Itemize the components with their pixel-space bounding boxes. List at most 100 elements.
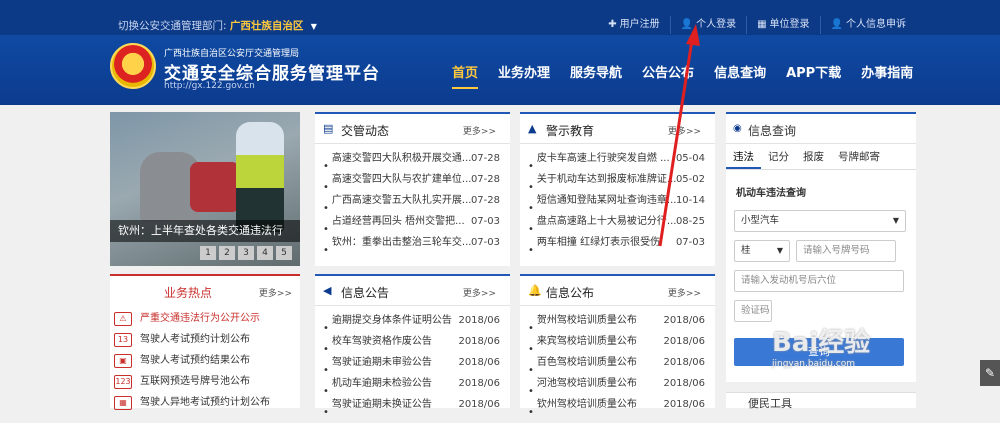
list-item[interactable]: 校车驾驶资格作废公告2018/06 [323, 331, 510, 352]
bell-icon: 🔔 [528, 284, 542, 297]
nav-announce[interactable]: 公告公布 [642, 62, 694, 89]
edit-icon[interactable]: ✎ [980, 360, 1000, 386]
engine-number-input[interactable]: 请输入发动机号后六位 [734, 270, 904, 292]
tab-violation[interactable]: 违法 [726, 144, 761, 169]
panel-title: 业务热点 [164, 286, 213, 300]
nav-guide[interactable]: 办事指南 [861, 62, 913, 89]
convenience-tools-panel: 便民工具 [726, 392, 916, 410]
user-icon: 👤 [680, 19, 694, 30]
nav-home[interactable]: 首页 [452, 62, 479, 89]
slide-page-3[interactable]: 3 [238, 246, 254, 260]
list-item[interactable]: 贺州驾校培训质量公布2018/06 [528, 310, 715, 331]
plate-number-input[interactable]: 请输入号牌号码 [796, 240, 896, 262]
police-emblem-icon [110, 43, 156, 89]
register-link[interactable]: ✚ 用户注册 [598, 16, 669, 34]
top-bar: 切换公安交通管理部门: 广西壮族自治区 ▼ ✚ 用户注册 👤 个人登录 ▦ 单位登录 … [0, 0, 1000, 35]
panel-header: ◉ 信息查询 [726, 114, 916, 144]
province-select[interactable]: 桂 ▼ [734, 240, 790, 262]
slide-page-4[interactable]: 4 [257, 246, 273, 260]
nav-service[interactable]: 服务导航 [570, 62, 622, 89]
nav-business[interactable]: 业务办理 [498, 62, 550, 89]
query-tabs: 违法 记分 报废 号牌邮寄 [726, 144, 916, 170]
list-item[interactable]: 高速交警四大队与农扩建单位...07-28 [323, 169, 510, 190]
photo-officer [236, 122, 284, 232]
warning-education-panel: ▲ 警示教育 更多>> 皮卡车高速上行驶突发自燃 ...05-04 关于机动车达… [520, 112, 715, 266]
chevron-down-icon: ▼ [776, 246, 783, 255]
list-item[interactable]: 逾期提交身体条件证明公告2018/06 [323, 310, 510, 331]
list-item[interactable]: 皮卡车高速上行驶突发自燃 ...05-04 [528, 148, 715, 169]
appeal-link[interactable]: 👤 个人信息申诉 [819, 16, 916, 34]
vehicle-type-select[interactable]: 小型汽车 ▼ [734, 210, 906, 232]
list-item[interactable]: ▣ 驾驶人考试预约结果公布 [114, 350, 270, 371]
list-item[interactable]: 钦州：重拳出击整治三轮车交...07-03 [323, 232, 510, 253]
list-item[interactable]: 机动车逾期未检验公告2018/06 [323, 373, 510, 394]
panel-title: 便民工具 [748, 397, 792, 410]
list-item[interactable]: ⚠ 严重交通违法行为公开公示 [114, 308, 270, 329]
region-name[interactable]: 广西壮族自治区 [230, 20, 304, 32]
list-item[interactable]: 13 驾驶人考试预约计划公布 [114, 329, 270, 350]
list-item[interactable]: 盘点高速路上十大易被记分行...08-25 [528, 211, 715, 232]
user-icon: 👤 [830, 19, 843, 30]
panel-title: 警示教育 [546, 124, 595, 138]
panel-header: ◀ 信息公告 更多>> [315, 276, 510, 306]
traffic-news-panel: ▤ 交管动态 更多>> 高速交警四大队积极开展交通...07-28 高速交警四大… [315, 112, 510, 266]
chevron-down-icon: ▼ [892, 216, 899, 225]
captcha-input[interactable]: 验证码 [734, 300, 772, 322]
company-login-link[interactable]: ▦ 单位登录 [746, 16, 819, 34]
newspaper-icon: ▤ [323, 122, 334, 135]
panel-title: 信息公布 [546, 286, 595, 300]
list-item[interactable]: ▦ 驾驶人异地考试预约计划公布 [114, 392, 270, 413]
slide-page-2[interactable]: 2 [219, 246, 235, 260]
caret-down-icon[interactable]: ▼ [311, 22, 317, 31]
news-slideshow[interactable]: 钦州：上半年查处各类交通违法行 1 2 3 4 5 [110, 112, 300, 266]
list-item[interactable]: 关于机动车达到报废标准牌证...05-02 [528, 169, 715, 190]
more-link[interactable]: 更多>> [259, 286, 292, 299]
notice-list: 逾期提交身体条件证明公告2018/06 校车驾驶资格作废公告2018/06 驾驶… [315, 306, 510, 415]
business-hot-panel: 业务热点 更多>> ⚠ 严重交通违法行为公开公示 13 驾驶人考试预约计划公布 ▣ 驾… [110, 274, 300, 410]
panel-title: 信息公告 [341, 286, 390, 300]
news-list: 高速交警四大队积极开展交通...07-28 高速交警四大队与农扩建单位...07… [315, 144, 510, 253]
plus-icon: ✚ [608, 19, 617, 30]
calendar-icon: 13 [114, 332, 132, 347]
slide-page-1[interactable]: 1 [200, 246, 216, 260]
list-item[interactable]: 钦州驾校培训质量公布2018/06 [528, 394, 715, 415]
tab-plate-mail[interactable]: 号牌邮寄 [831, 144, 887, 169]
info-publish-panel: 🔔 信息公布 更多>> 贺州驾校培训质量公布2018/06 来宾驾校培训质量公布… [520, 274, 715, 410]
list-item[interactable]: 百色驾校培训质量公布2018/06 [528, 352, 715, 373]
list-item[interactable]: 驾驶证逾期未审验公告2018/06 [323, 352, 510, 373]
list-item[interactable]: 短信通知登陆某网址查询违章...10-14 [528, 190, 715, 211]
more-link[interactable]: 更多>> [668, 124, 701, 137]
list-item[interactable]: 123 互联网预选号牌号池公布 [114, 371, 270, 392]
query-form-title: 机动车违法查询 [736, 188, 806, 199]
nav-query[interactable]: 信息查询 [714, 62, 766, 89]
personal-login-link[interactable]: 👤 个人登录 [669, 16, 746, 34]
nav-app[interactable]: APP下载 [786, 62, 841, 89]
list-item[interactable]: 高速交警四大队积极开展交通...07-28 [323, 148, 510, 169]
more-link[interactable]: 更多>> [463, 286, 496, 299]
panel-header: ▤ 交管动态 更多>> [315, 114, 510, 144]
site-url: http://gx.122.gov.cn [164, 81, 255, 91]
slide-page-5[interactable]: 5 [276, 246, 292, 260]
hot-list: ⚠ 严重交通违法行为公开公示 13 驾驶人考试预约计划公布 ▣ 驾驶人考试预约结果公布… [114, 308, 270, 413]
tab-points[interactable]: 记分 [761, 144, 796, 169]
warning-icon: ▲ [528, 122, 537, 135]
warn-icon: ⚠ [114, 311, 132, 326]
binoculars-icon: ◉ [733, 123, 742, 134]
list-item[interactable]: 广西高速交警五大队扎实开展...07-28 [323, 190, 510, 211]
slide-caption[interactable]: 钦州：上半年查处各类交通违法行 [110, 220, 300, 242]
info-notice-panel: ◀ 信息公告 更多>> 逾期提交身体条件证明公告2018/06 校车驾驶资格作废… [315, 274, 510, 410]
tab-scrap[interactable]: 报废 [796, 144, 831, 169]
list-item[interactable]: 河池驾校培训质量公布2018/06 [528, 373, 715, 394]
list-item[interactable]: 驾驶证逾期未换证公告2018/06 [323, 394, 510, 415]
panel-header: 🔔 信息公布 更多>> [520, 276, 715, 306]
panel-header: ▲ 警示教育 更多>> [520, 114, 715, 144]
more-link[interactable]: 更多>> [463, 124, 496, 137]
list-item[interactable]: 占道经营再回头 梧州交警把...07-03 [323, 211, 510, 232]
panel-title: 交管动态 [341, 124, 390, 138]
department-switcher[interactable]: 切换公安交通管理部门: 广西壮族自治区 ▼ [118, 18, 317, 33]
list-item[interactable]: 来宾驾校培训质量公布2018/06 [528, 331, 715, 352]
list-item[interactable]: 两车相撞 红绿灯表示很受伤07-03 [528, 232, 715, 253]
more-link[interactable]: 更多>> [668, 286, 701, 299]
publish-list: 贺州驾校培训质量公布2018/06 来宾驾校培训质量公布2018/06 百色驾校… [520, 306, 715, 415]
photo-motorbike [190, 162, 240, 212]
